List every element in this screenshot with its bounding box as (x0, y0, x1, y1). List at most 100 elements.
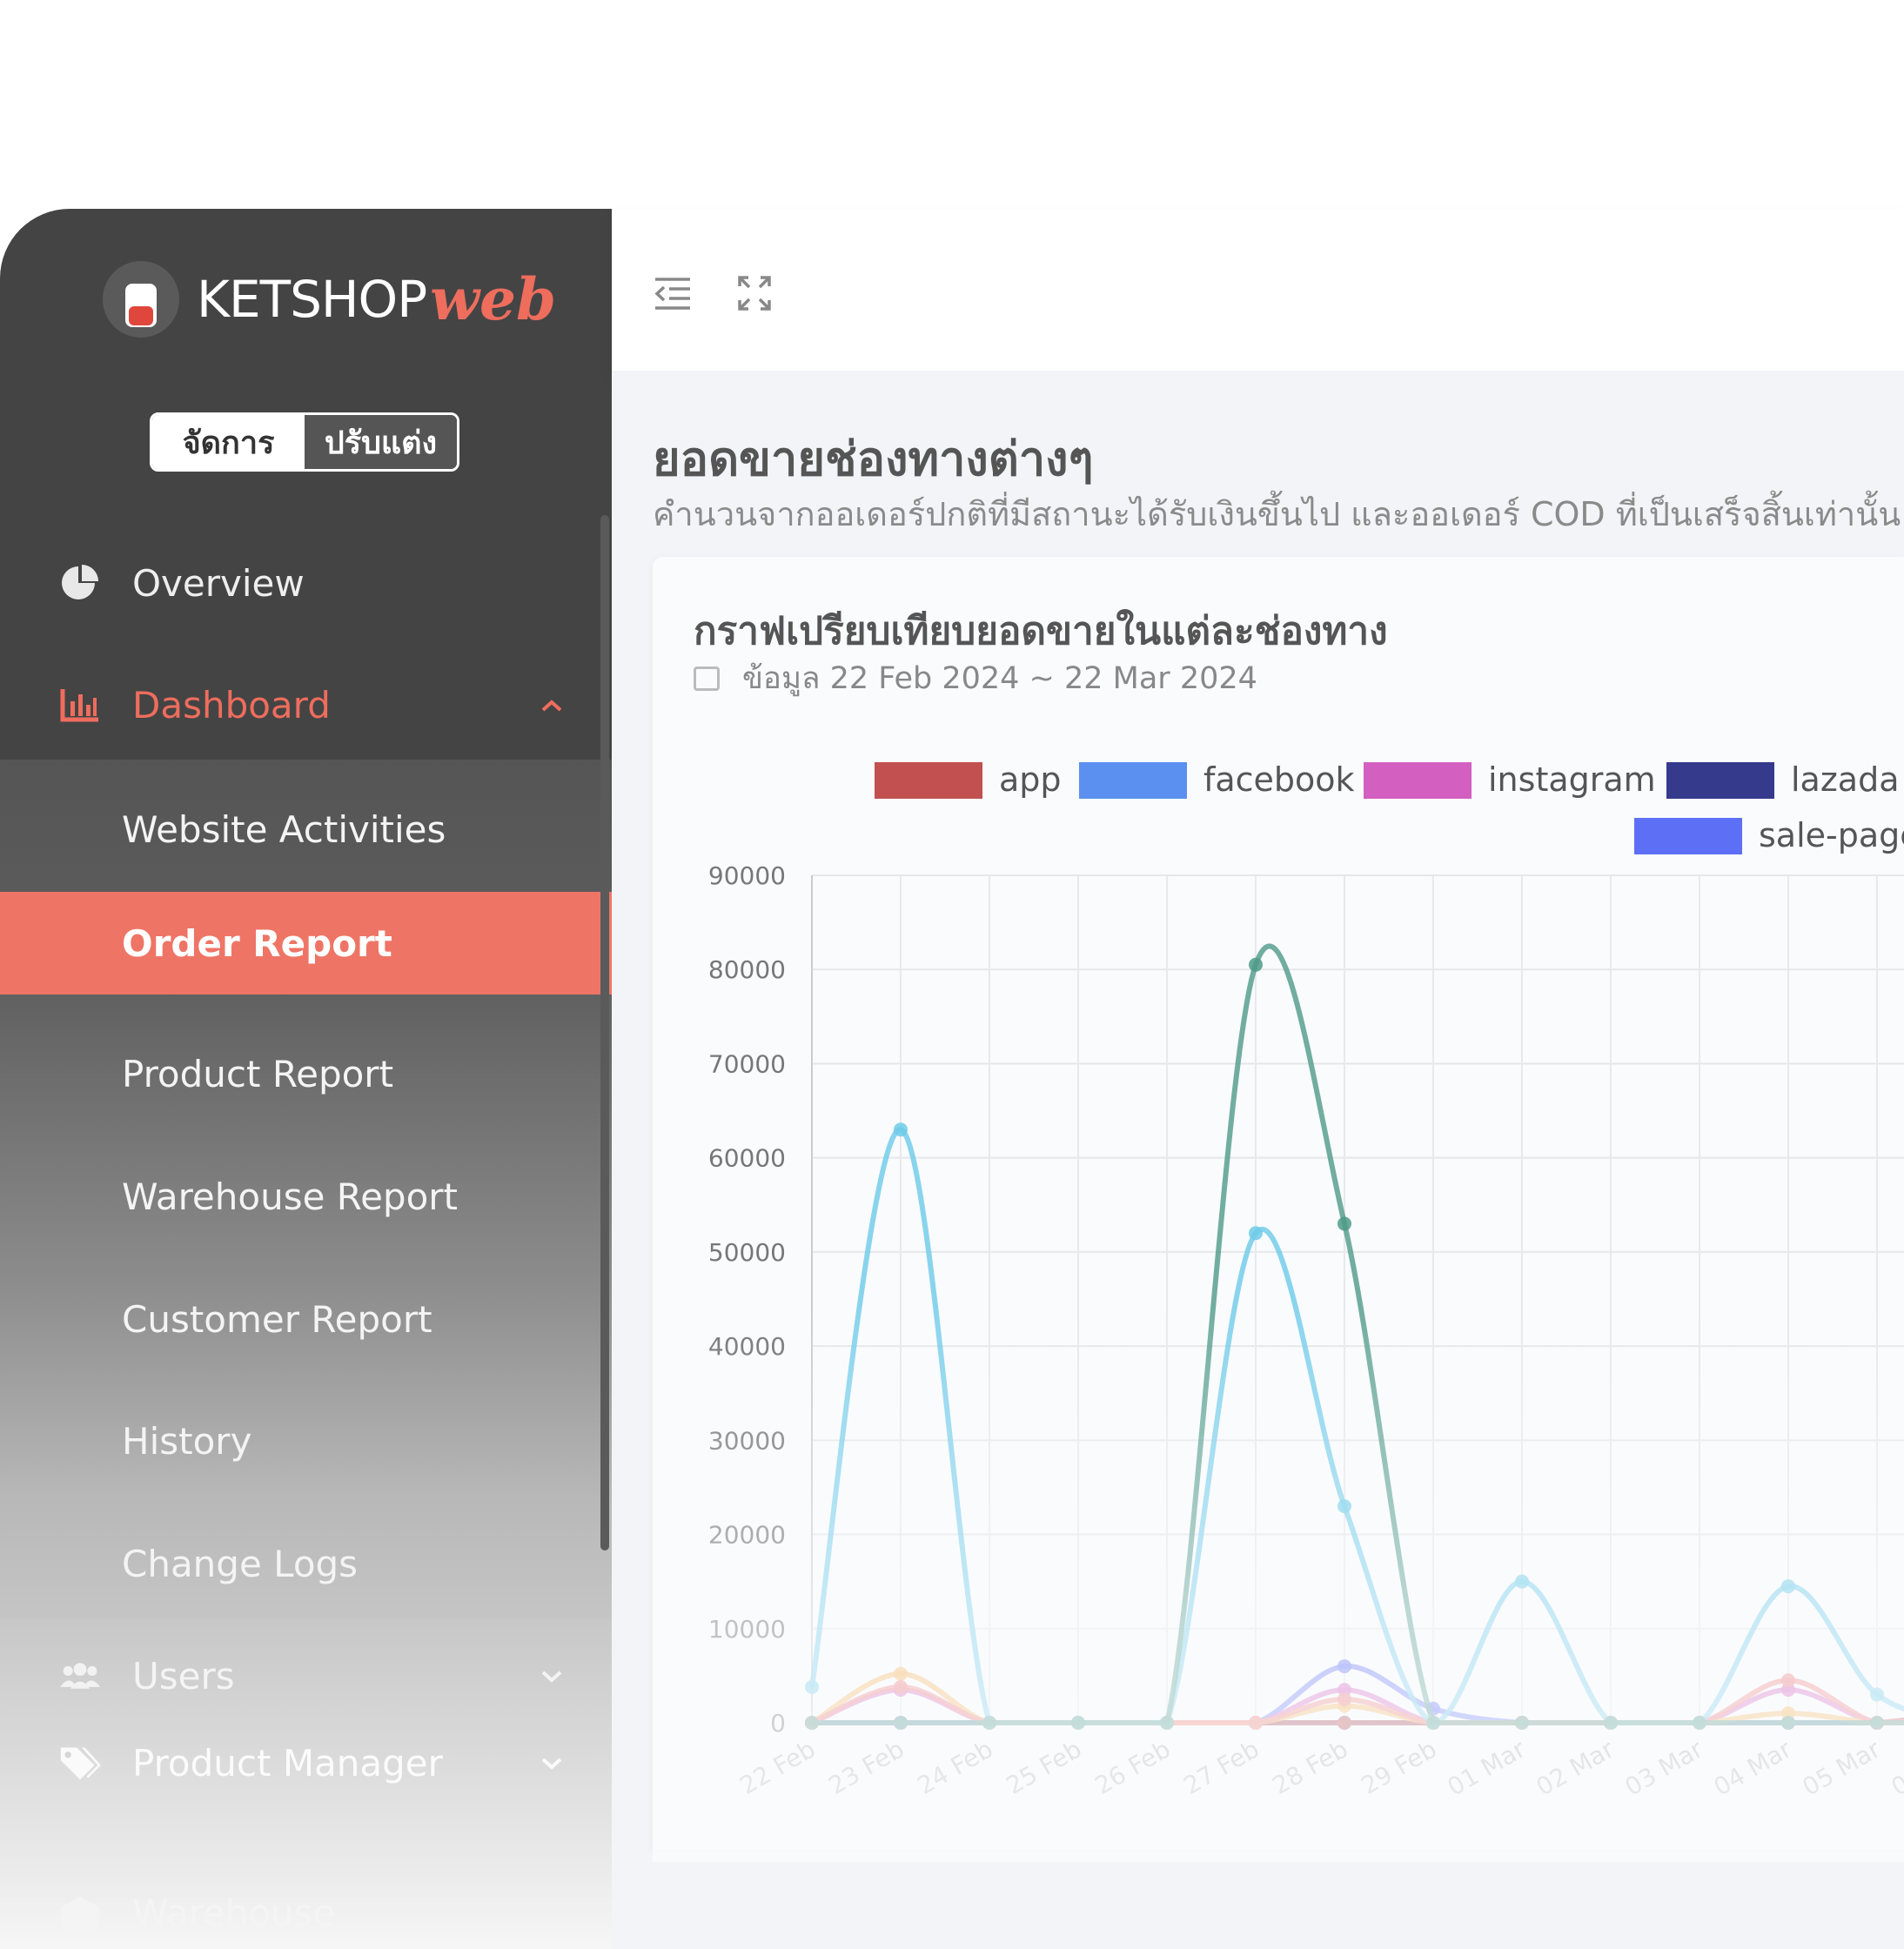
sidebar-subitem-label: Warehouse Report (122, 1175, 458, 1218)
data-point (1337, 1216, 1351, 1231)
sidebar-subitem-label: Change Logs (122, 1542, 359, 1585)
legend-swatch (1666, 762, 1774, 799)
sidebar-scrollbar[interactable] (600, 515, 609, 1550)
y-tick-label: 0 (770, 1709, 786, 1738)
sidebar-item-label: Users (132, 1654, 235, 1698)
mode-customize-button[interactable]: ปรับแต่ง (305, 415, 457, 469)
y-tick-label: 60000 (708, 1144, 786, 1173)
data-point (1781, 1716, 1795, 1730)
x-tick-label: 05 Mar (1798, 1734, 1886, 1802)
bar-chart-icon (59, 684, 101, 726)
series-line (812, 943, 1904, 1726)
page-title: ยอดขายช่องทางต่างๆ (653, 432, 1094, 486)
date-range: ข้อมูล 22 Feb 2024 ~ 22 Mar 2024 (694, 654, 1257, 702)
data-point (1781, 1673, 1795, 1688)
sidebar-subitem-warehouse-report[interactable]: Warehouse Report (0, 1153, 612, 1240)
legend-label: instagram (1488, 760, 1656, 799)
x-tick-label: 27 Feb (1178, 1734, 1264, 1800)
y-tick-label: 70000 (708, 1049, 786, 1078)
x-tick-label: 06 Mar (1887, 1734, 1904, 1802)
x-tick-label: 25 Feb (1001, 1734, 1086, 1800)
x-tick-label: 23 Feb (823, 1734, 908, 1800)
sidebar-subitem-website-activities[interactable]: Website Activities (0, 786, 612, 873)
sidebar-subitem-customer-report[interactable]: Customer Report (0, 1276, 612, 1363)
chevron-down-icon[interactable] (540, 1662, 564, 1691)
mode-manage-button[interactable]: จัดการ (152, 415, 305, 469)
menu-collapse-icon[interactable] (654, 277, 692, 315)
data-point (1249, 1226, 1263, 1241)
ketchup-bottle-icon (103, 261, 179, 338)
sidebar-item-dashboard[interactable]: Dashboard (0, 661, 612, 748)
calendar-icon (694, 666, 720, 691)
x-tick-label: 04 Mar (1709, 1734, 1797, 1802)
data-point (1693, 1716, 1706, 1730)
y-tick-label: 40000 (708, 1332, 786, 1361)
x-tick-label: 29 Feb (1356, 1734, 1441, 1800)
y-tick-label: 80000 (708, 955, 786, 984)
x-tick-label: 28 Feb (1267, 1734, 1352, 1800)
sidebar-item-label: Overview (132, 561, 305, 605)
sidebar-item-label: Warehouse (132, 1891, 336, 1934)
data-point (1160, 1716, 1174, 1730)
x-tick-label: 22 Feb (734, 1734, 820, 1800)
legend-swatch (1364, 762, 1472, 799)
data-point (805, 1716, 819, 1730)
data-point (805, 1679, 819, 1694)
sidebar-subitem-label: Product Report (122, 1052, 394, 1095)
data-point (1870, 1687, 1884, 1702)
sidebar-subitem-label: Website Activities (122, 807, 446, 851)
sidebar-subitem-product-report[interactable]: Product Report (0, 1030, 612, 1117)
legend-label: app (999, 760, 1062, 799)
data-point (1249, 1716, 1263, 1730)
data-point (1781, 1579, 1795, 1594)
sidebar-item-overview[interactable]: Overview (0, 539, 612, 626)
x-tick-label: 03 Mar (1620, 1734, 1708, 1802)
sidebar-item-users[interactable]: Users (0, 1632, 612, 1719)
data-point (1870, 1716, 1884, 1730)
brand-logo[interactable]: KETSHOP web (103, 258, 556, 341)
legend-swatch (875, 762, 982, 799)
data-point (1515, 1716, 1529, 1730)
sidebar-subitem-order-report[interactable]: Order Report (0, 892, 612, 995)
sidebar-subitem-label: Order Report (122, 921, 392, 965)
data-point (1071, 1716, 1085, 1730)
data-point (982, 1716, 996, 1730)
data-point (1337, 1499, 1351, 1514)
data-point (1337, 1659, 1351, 1674)
warehouse-icon (59, 1892, 101, 1933)
sidebar-subitem-change-logs[interactable]: Change Logs (0, 1520, 612, 1607)
top-bar (612, 209, 1904, 371)
data-point (1337, 1716, 1351, 1730)
data-point (894, 1122, 908, 1137)
data-point (1337, 1691, 1351, 1706)
legend-swatch (1079, 762, 1187, 799)
sidebar-item-label: Dashboard (132, 683, 331, 727)
sidebar-item-product-manager[interactable]: Product Manager (0, 1719, 612, 1806)
tags-icon (59, 1742, 101, 1784)
sidebar-subitem-history[interactable]: History (0, 1397, 612, 1484)
legend-label: facebook (1203, 760, 1355, 799)
series-line (809, 1127, 1904, 1726)
y-tick-label: 50000 (708, 1238, 786, 1267)
y-tick-label: 30000 (708, 1426, 786, 1455)
data-point (894, 1666, 908, 1681)
y-tick-label: 20000 (708, 1521, 786, 1550)
chevron-up-icon[interactable] (540, 691, 564, 720)
chevron-down-icon[interactable] (540, 1749, 564, 1778)
sales-channel-chart: 0 10000 20000 30000 40000 50000 60000 70000 8000… (708, 760, 1904, 1802)
sidebar: KETSHOP web จัดการ ปรับแต่ง Overview Das… (0, 209, 612, 1949)
pie-chart-icon (59, 562, 101, 604)
y-tick-label: 10000 (708, 1615, 786, 1644)
x-tick-label: 02 Mar (1532, 1734, 1619, 1802)
mode-toggle: จัดการ ปรับแต่ง (150, 412, 459, 472)
data-point (894, 1716, 908, 1730)
sidebar-item-warehouse[interactable]: Warehouse (0, 1878, 612, 1947)
users-icon (59, 1655, 101, 1697)
sidebar-item-label: Product Manager (132, 1741, 443, 1785)
fullscreen-icon[interactable] (737, 275, 772, 315)
sidebar-subitem-label: Customer Report (122, 1297, 432, 1341)
brand-name: KETSHOP (197, 270, 427, 329)
page-subtitle: คำนวนจากออเดอร์ปกติที่มีสถานะได้รับเงินข… (653, 495, 1901, 533)
sidebar-subitem-label: History (122, 1419, 252, 1463)
x-tick-label: 24 Feb (912, 1734, 997, 1800)
